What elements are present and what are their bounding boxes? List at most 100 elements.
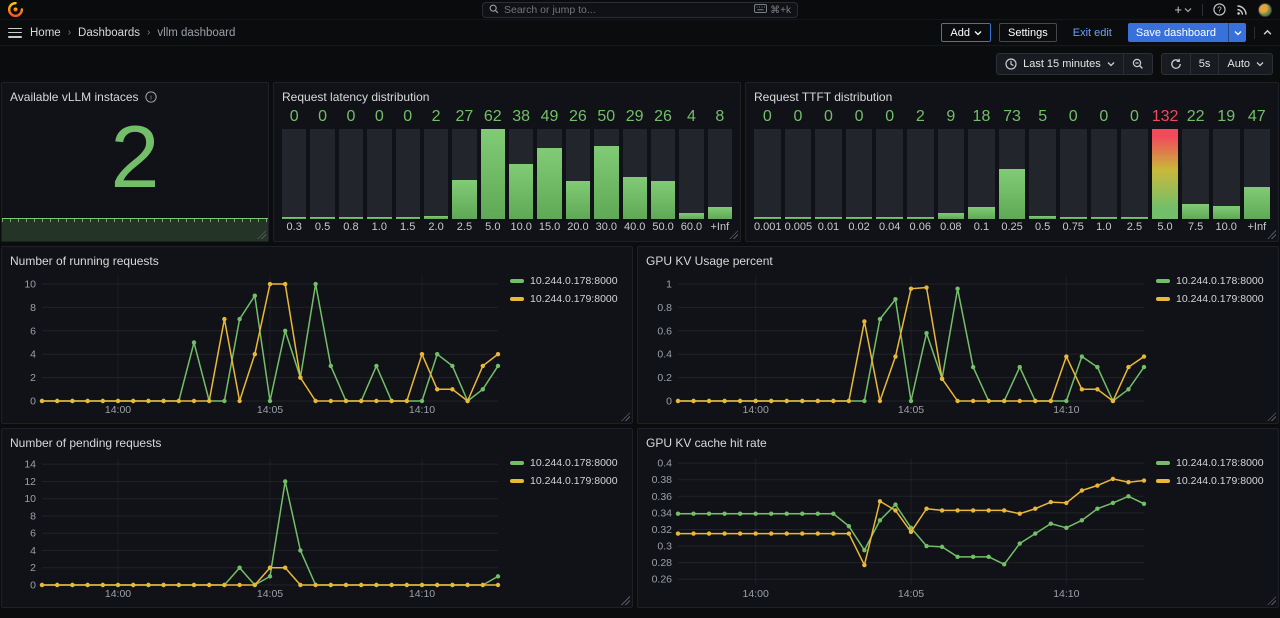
zoom-out-button[interactable] [1123,54,1152,74]
panel-resize-handle[interactable] [1267,230,1276,239]
panel-resize-handle[interactable] [729,230,738,239]
bar-column[interactable]: 02.5 [1121,107,1148,235]
user-avatar[interactable] [1258,3,1272,17]
pending-requests-chart[interactable]: 0246810121414:0014:0514:10 [10,451,506,601]
add-panel-button[interactable]: Add [941,23,991,42]
bar-column[interactable]: 730.25 [999,107,1026,235]
legend-swatch [1156,279,1170,283]
search-input[interactable] [504,4,749,16]
search-bar[interactable]: ⌘+k [482,2,798,18]
help-button[interactable]: ? [1213,3,1226,16]
bar-column[interactable]: 1910.0 [1213,107,1240,235]
kv-hit-rate-chart[interactable]: 0.260.280.30.320.340.360.380.414:0014:05… [646,451,1152,601]
panel-title[interactable]: Number of pending requests [10,435,624,451]
chevron-up-icon [1263,29,1272,36]
breadcrumb: Home › Dashboards › vllm dashboard [30,27,235,39]
bar-column[interactable]: 625.0 [481,107,505,235]
bar-column[interactable]: 90.08 [938,107,965,235]
legend-item[interactable]: 10.244.0.179:8000 [510,293,624,305]
bar-column[interactable]: 01.5 [396,107,420,235]
ttft-bar-gauge[interactable]: 00.00100.00500.0100.0200.0420.0690.08180… [754,105,1270,235]
legend-item[interactable]: 10.244.0.179:8000 [1156,475,1270,487]
bar-column[interactable]: 460.0 [679,107,703,235]
bar-value: 0 [1091,107,1118,127]
bar-column[interactable]: 2620.0 [566,107,590,235]
svg-text:14:05: 14:05 [257,588,283,600]
bar-column[interactable]: 00.04 [876,107,903,235]
mega-menu-icon[interactable] [8,28,22,38]
kv-usage-chart[interactable]: 00.20.40.60.8114:0014:0514:10 [646,269,1152,417]
running-requests-chart[interactable]: 024681014:0014:0514:10 [10,269,506,417]
breadcrumb-home[interactable]: Home [30,27,61,39]
exit-edit-button[interactable]: Exit edit [1065,23,1120,42]
panel-resize-handle[interactable] [1267,412,1276,421]
add-menu-button[interactable]: + [1174,3,1192,16]
panel-resize-handle[interactable] [257,230,266,239]
bar-column[interactable]: 00.005 [785,107,812,235]
bar-column[interactable]: 4915.0 [537,107,561,235]
legend-item[interactable]: 10.244.0.178:8000 [1156,457,1270,469]
bar-column[interactable]: 00.8 [339,107,363,235]
panel-running-requests: Number of running requests 024681014:001… [1,246,633,424]
panel-request-latency: Request latency distribution 00.300.500.… [273,82,741,242]
bar-column[interactable]: 227.5 [1182,107,1209,235]
news-button[interactable] [1236,4,1248,16]
legend-item[interactable]: 10.244.0.179:8000 [510,475,624,487]
settings-button[interactable]: Settings [999,23,1057,42]
panel-title[interactable]: Available vLLM instaces i [10,89,260,105]
bar-column[interactable]: 5030.0 [594,107,618,235]
info-icon[interactable]: i [145,91,157,103]
panel-title[interactable]: GPU KV cache hit rate [646,435,1270,451]
time-range-picker[interactable]: Last 15 minutes [997,54,1123,74]
refresh-interval-label[interactable]: 5s [1190,54,1219,74]
panel-title[interactable]: Request TTFT distribution [754,89,1270,105]
bar-column[interactable]: 00.001 [754,107,781,235]
bar-column[interactable]: 01.0 [1091,107,1118,235]
panel-resize-handle[interactable] [1267,596,1276,605]
bar-column[interactable]: 3810.0 [509,107,533,235]
bar-column[interactable]: 47+Inf [1244,107,1271,235]
panel-title[interactable]: Request latency distribution [282,89,732,105]
bar-column[interactable]: 00.75 [1060,107,1087,235]
bar-fill [367,217,391,219]
breadcrumb-dashboards[interactable]: Dashboards [78,27,140,39]
legend-item[interactable]: 10.244.0.179:8000 [1156,293,1270,305]
refresh-button[interactable] [1162,54,1190,74]
auto-refresh-picker[interactable]: Auto [1218,54,1272,74]
bar-column[interactable]: 50.5 [1029,107,1056,235]
panel-title[interactable]: Number of running requests [10,253,624,269]
bar-column[interactable]: 22.0 [424,107,448,235]
bar-value: 26 [566,107,590,127]
bar-column[interactable]: 1325.0 [1152,107,1179,235]
search-icon [489,1,499,19]
bar-column[interactable]: 20.06 [907,107,934,235]
save-options-toggle[interactable] [1228,23,1246,42]
bar-fill [846,217,873,219]
latency-bar-gauge[interactable]: 00.300.500.801.001.522.0272.5625.03810.0… [282,105,732,235]
bar-column[interactable]: 00.01 [815,107,842,235]
panel-title[interactable]: GPU KV Usage percent [646,253,1270,269]
bar-category-label: 2.5 [452,219,476,235]
bar-column[interactable]: 180.1 [968,107,995,235]
legend-item[interactable]: 10.244.0.178:8000 [1156,275,1270,287]
grafana-logo-icon[interactable] [8,2,23,17]
bar-category-label: 7.5 [1182,219,1209,235]
svg-text:14:00: 14:00 [743,588,769,600]
bar-track [754,129,781,219]
bar-column[interactable]: 01.0 [367,107,391,235]
bar-column[interactable]: 00.5 [310,107,334,235]
bar-column[interactable]: 2940.0 [623,107,647,235]
bar-column[interactable]: 00.3 [282,107,306,235]
bar-column[interactable]: 272.5 [452,107,476,235]
panel-resize-handle[interactable] [621,412,630,421]
bar-track [623,129,647,219]
bar-track [537,129,561,219]
legend-item[interactable]: 10.244.0.178:8000 [510,457,624,469]
legend-item[interactable]: 10.244.0.178:8000 [510,275,624,287]
save-dashboard-button[interactable]: Save dashboard [1128,23,1246,42]
collapse-toolbar-button[interactable] [1263,29,1272,36]
bar-column[interactable]: 00.02 [846,107,873,235]
panel-resize-handle[interactable] [621,596,630,605]
bar-column[interactable]: 2650.0 [651,107,675,235]
bar-column[interactable]: 8+Inf [708,107,732,235]
